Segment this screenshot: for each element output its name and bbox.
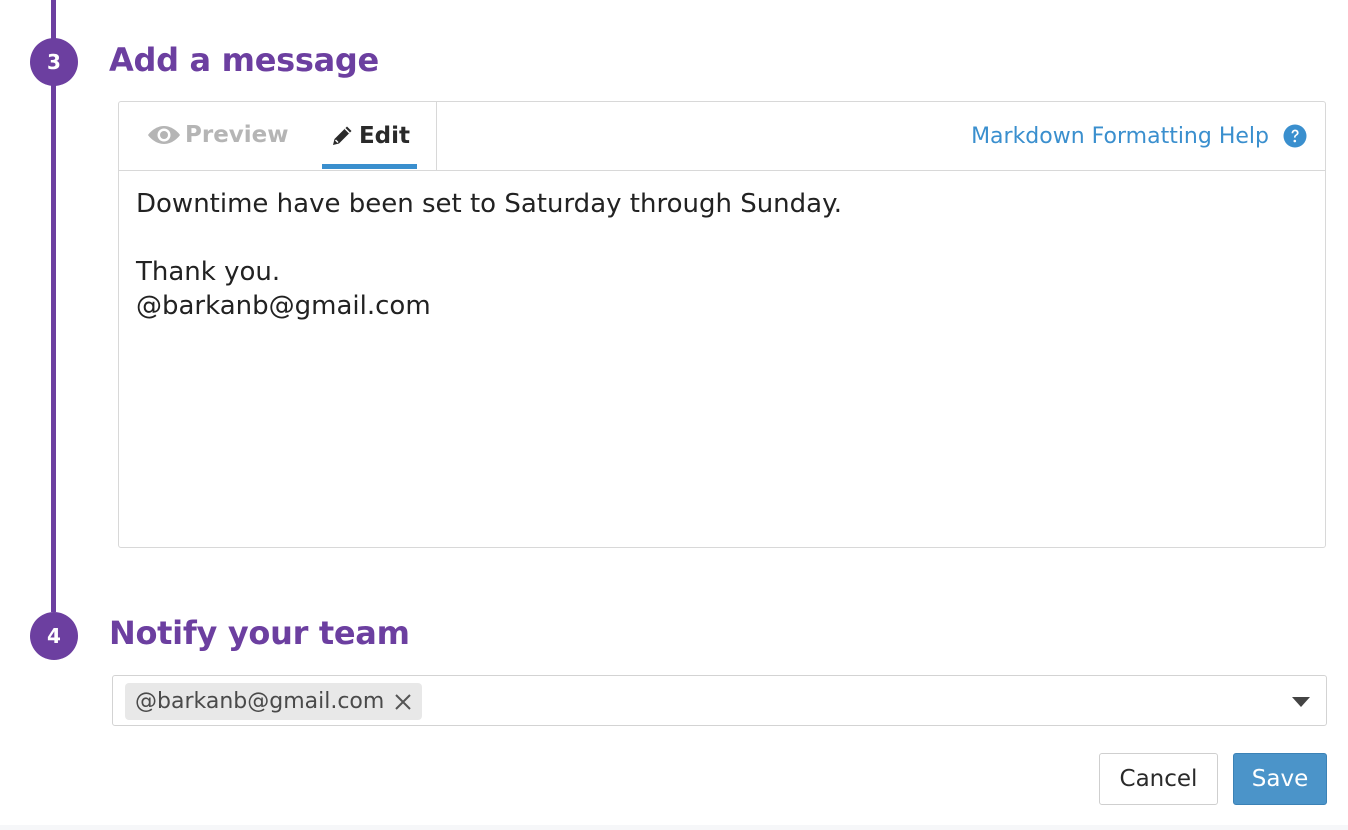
downtime-message-form: 3 Add a message Preview Edit Markdown Fo… bbox=[0, 0, 1348, 830]
markdown-help-link[interactable]: Markdown Formatting Help bbox=[971, 102, 1307, 170]
step-number-badge: 4 bbox=[30, 612, 78, 660]
save-button[interactable]: Save bbox=[1233, 753, 1327, 805]
cancel-button[interactable]: Cancel bbox=[1099, 753, 1218, 805]
chevron-down-icon[interactable] bbox=[1292, 697, 1310, 707]
close-icon[interactable] bbox=[394, 693, 412, 711]
pencil-icon bbox=[329, 123, 355, 149]
message-textarea[interactable]: Downtime have been set to Saturday throu… bbox=[119, 171, 1325, 547]
editor-tab-bar: Preview Edit Markdown Formatting Help bbox=[119, 102, 1325, 171]
tab-preview-label: Preview bbox=[185, 122, 289, 148]
page-footer-edge bbox=[0, 825, 1348, 830]
tab-preview[interactable]: Preview bbox=[147, 102, 289, 168]
tab-edit-label: Edit bbox=[358, 122, 411, 149]
recipient-chip-label: @barkanb@gmail.com bbox=[135, 689, 385, 714]
step-number-badge: 3 bbox=[30, 38, 78, 86]
step-title-notify-team: Notify your team bbox=[109, 614, 410, 652]
message-editor: Preview Edit Markdown Formatting Help Do… bbox=[118, 101, 1326, 548]
step-timeline bbox=[51, 0, 56, 612]
notify-recipients-select[interactable]: @barkanb@gmail.com bbox=[112, 675, 1327, 726]
question-circle-icon bbox=[1283, 124, 1307, 148]
eye-icon bbox=[147, 124, 181, 146]
tab-edit[interactable]: Edit bbox=[322, 102, 417, 169]
recipient-chip: @barkanb@gmail.com bbox=[125, 683, 423, 720]
editor-tab-group: Preview Edit bbox=[119, 102, 437, 170]
step-title-add-message: Add a message bbox=[109, 41, 379, 79]
markdown-help-label: Markdown Formatting Help bbox=[971, 123, 1269, 149]
